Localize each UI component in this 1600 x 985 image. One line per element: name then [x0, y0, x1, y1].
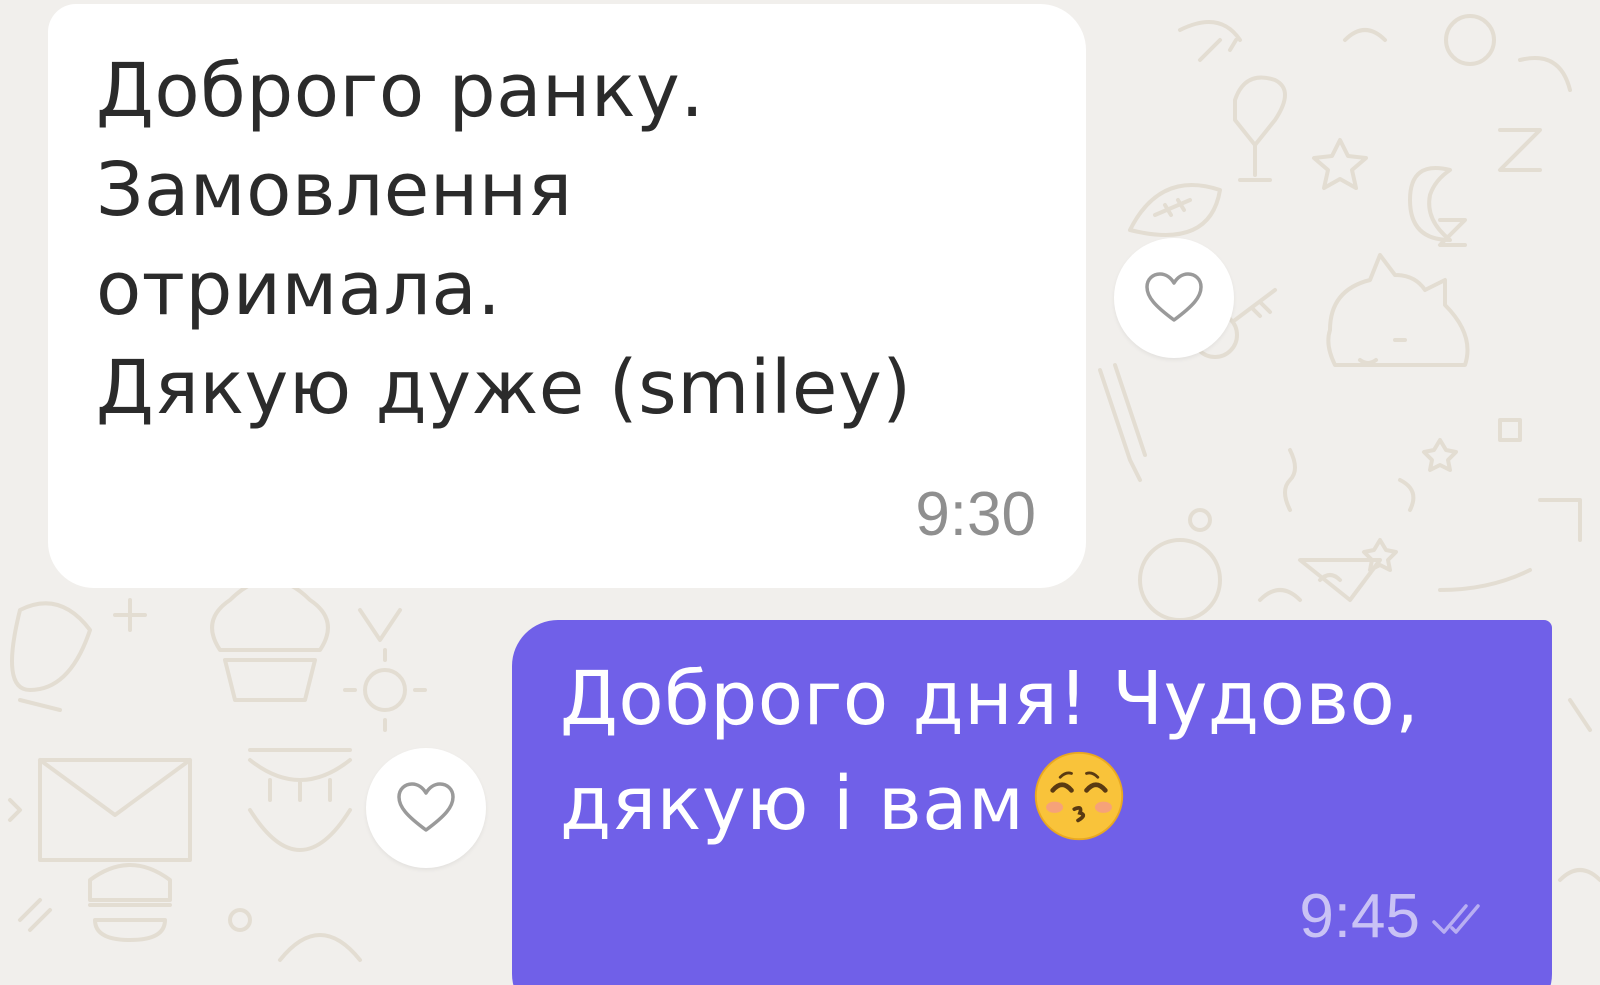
outgoing-message-bubble[interactable]: Доброго дня! Чудово, дякую і вам 9:45 [512, 620, 1552, 985]
heart-outline-icon [397, 782, 455, 832]
incoming-like-button[interactable] [1114, 238, 1234, 358]
heart-outline-icon [1145, 272, 1203, 322]
incoming-message-time: 9:30 [915, 480, 1036, 549]
incoming-message-text: Доброго ранку. Замовлення отримала. Дяку… [96, 48, 912, 431]
kissing-face-emoji-icon [1035, 751, 1124, 841]
double-check-icon [1432, 904, 1480, 934]
incoming-message-bubble[interactable]: Доброго ранку. Замовлення отримала. Дяку… [48, 4, 1086, 588]
outgoing-message-text: Доброго дня! Чудово, дякую і вам [560, 650, 1419, 854]
outgoing-message-body: Доброго дня! Чудово, дякую і вам [560, 656, 1420, 847]
outgoing-like-button[interactable] [366, 748, 486, 868]
outgoing-message-time: 9:45 [1299, 882, 1420, 951]
